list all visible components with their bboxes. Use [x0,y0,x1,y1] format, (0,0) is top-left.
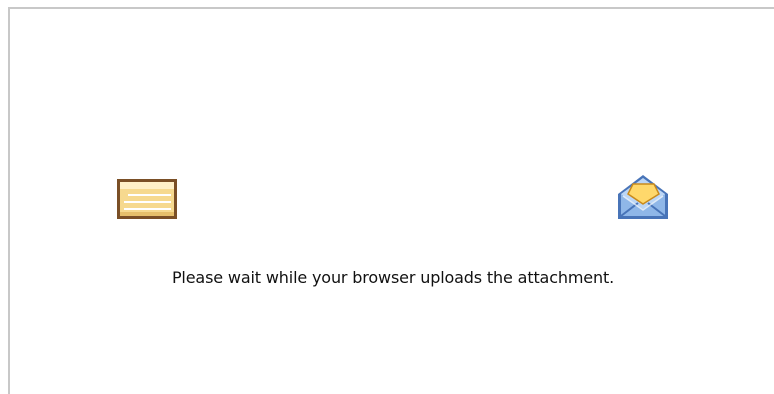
upload-message: Please wait while your browser uploads t… [171,268,615,287]
file-icon [116,178,178,220]
open-envelope-icon [614,170,672,222]
upload-dialog: Please wait while your browser uploads t… [0,0,774,394]
frame-top-border [8,7,774,9]
frame-left-border [8,7,10,394]
